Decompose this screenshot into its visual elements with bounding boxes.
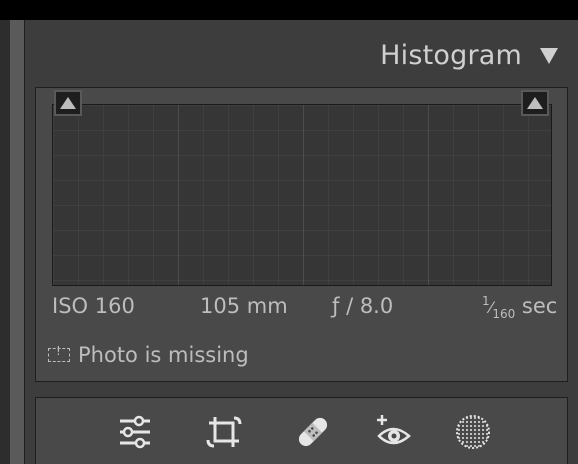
shadow-clipping-button[interactable] [54, 90, 82, 116]
histogram-header[interactable]: Histogram [380, 40, 558, 71]
top-black-bar [0, 0, 578, 20]
eye-icon [377, 415, 411, 445]
mask-circle-icon [456, 415, 490, 449]
shutter-unit: sec [521, 294, 558, 318]
sliders-icon [120, 415, 150, 449]
shutter-speed-value: 1⁄160 sec [482, 294, 558, 322]
graph-divider [303, 105, 304, 285]
shutter-numerator: 1 [482, 294, 490, 308]
focal-length-value: 105 mm [200, 294, 288, 318]
graph-divider [178, 105, 179, 285]
left-panel-edge[interactable] [10, 20, 24, 464]
photo-status-text: Photo is missing [78, 343, 249, 367]
masking-button[interactable] [452, 411, 494, 453]
histogram-box: ISO 160 105 mm ƒ / 8.0 1⁄160 sec ! Photo… [35, 87, 568, 382]
histogram-graph [52, 104, 552, 286]
aperture-value: ƒ / 8.0 [332, 294, 394, 318]
crop-button[interactable] [203, 411, 245, 453]
missing-photo-icon: ! [48, 344, 70, 362]
tool-strip [35, 397, 568, 464]
left-gutter [0, 20, 10, 464]
red-eye-button[interactable] [372, 411, 414, 453]
graph-divider [428, 105, 429, 285]
edit-button[interactable] [114, 411, 156, 453]
histogram-title: Histogram [380, 40, 522, 71]
bandage-icon [298, 417, 328, 447]
healing-button[interactable] [292, 411, 334, 453]
crop-icon [206, 416, 242, 448]
shutter-denominator: 160 [492, 307, 516, 322]
triangle-down-icon[interactable] [540, 47, 558, 64]
triangle-up-icon [60, 97, 76, 109]
photo-status: ! Photo is missing [48, 343, 249, 367]
triangle-up-icon [527, 97, 543, 109]
highlight-clipping-button[interactable] [521, 90, 549, 116]
iso-value: ISO 160 [52, 294, 135, 318]
